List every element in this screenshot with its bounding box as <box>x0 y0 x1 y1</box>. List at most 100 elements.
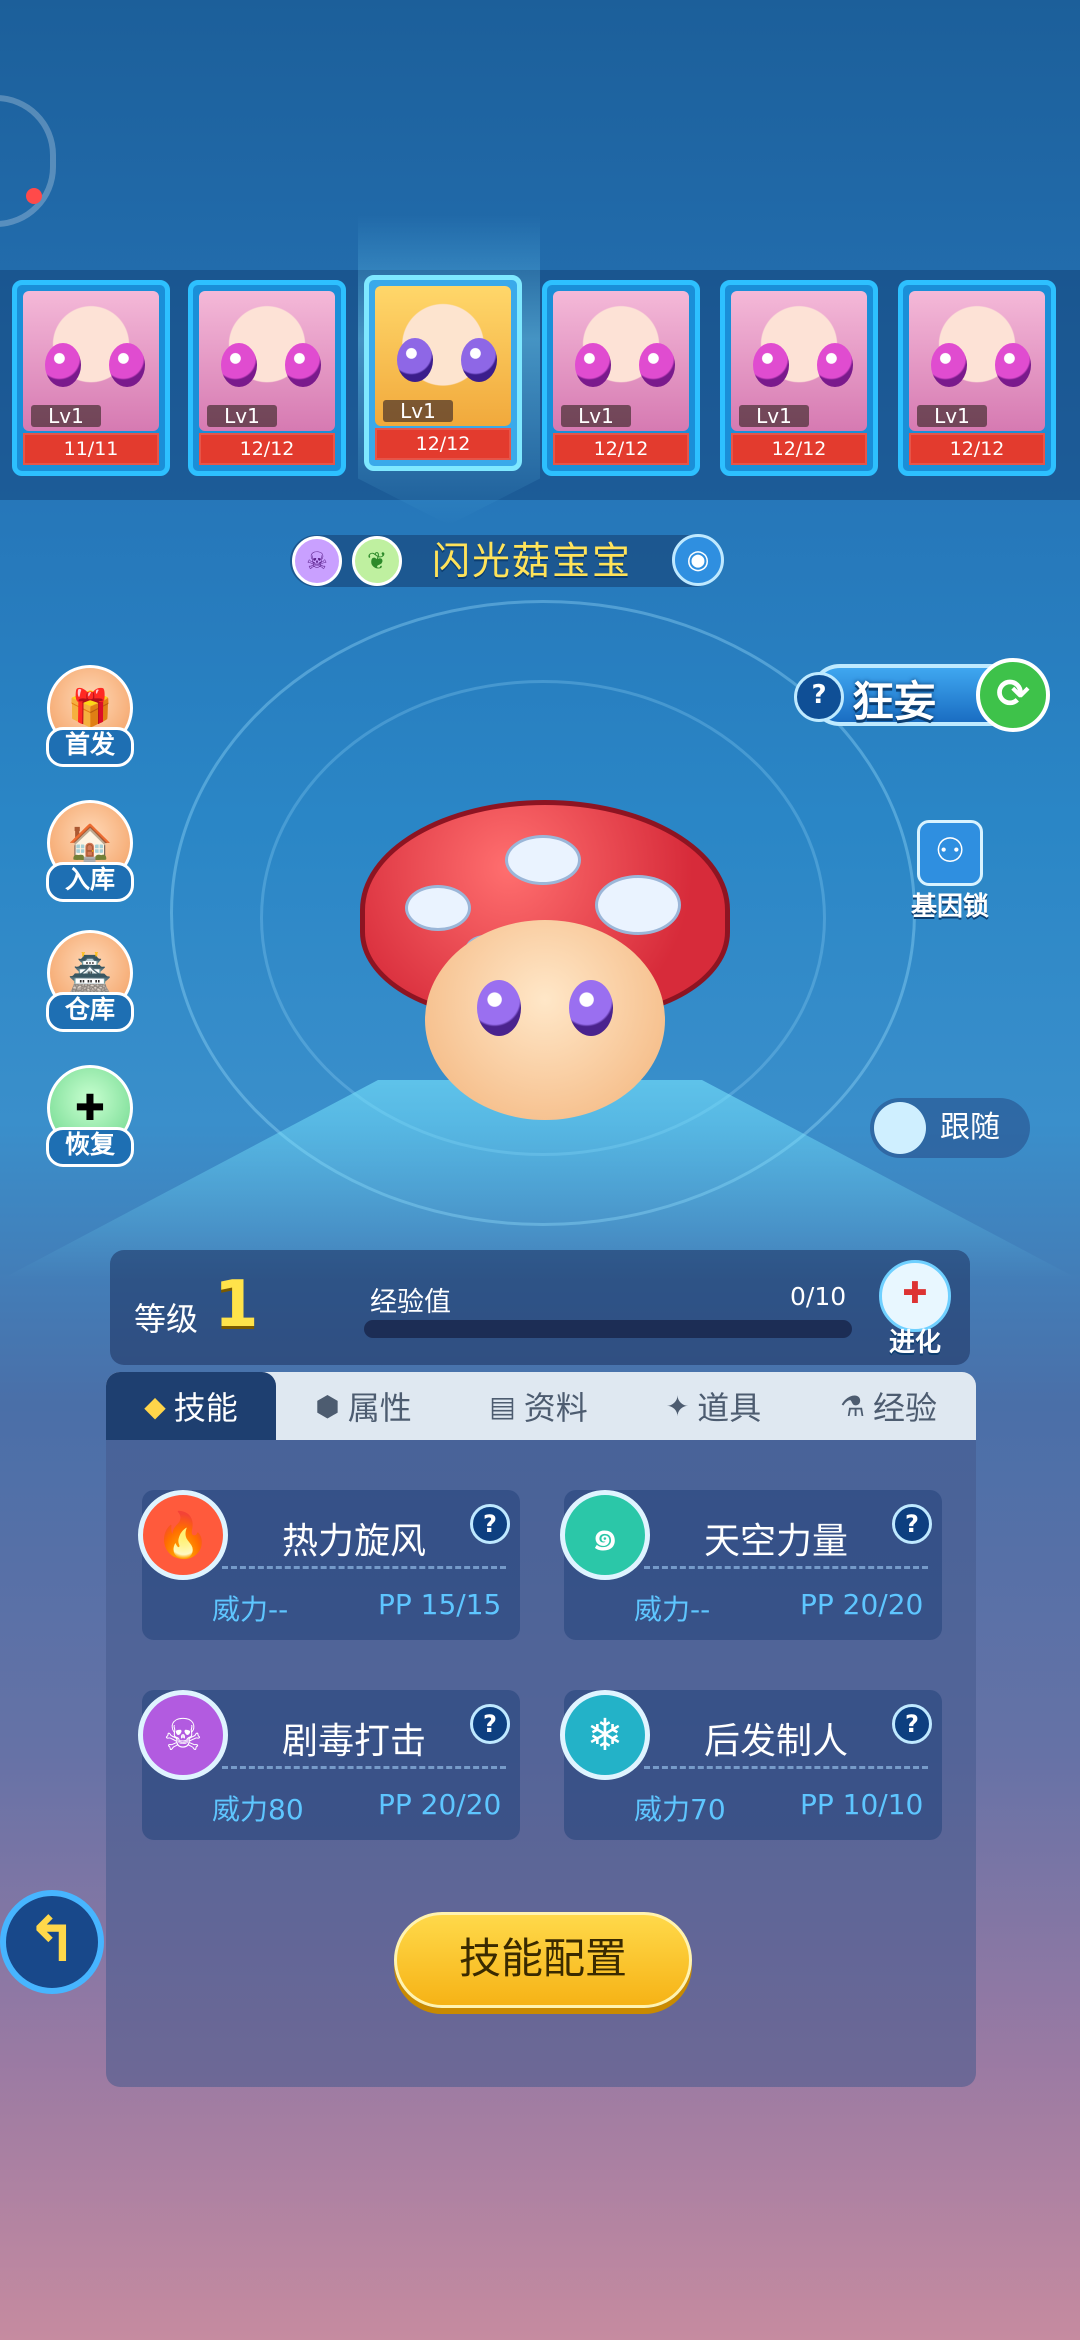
cap-spot <box>505 835 581 885</box>
skill-name: 热力旋风 <box>282 1521 427 1562</box>
warehouse-button[interactable]: 🏯 仓库 <box>40 930 140 1040</box>
skill-power: 威力70 <box>634 1793 726 1826</box>
warehouse-label: 仓库 <box>46 992 134 1032</box>
team-card[interactable]: Lv1 11/11 <box>12 280 170 476</box>
card-level: Lv1 <box>31 405 101 427</box>
skill-name: 后发制人 <box>704 1721 849 1762</box>
team-card[interactable]: Lv1 12/12 <box>542 280 700 476</box>
skill-card[interactable]: ๑ 天空力量? 威力-- PP 20/20 <box>560 1490 942 1640</box>
skill-pp: PP 20/20 <box>378 1788 502 1821</box>
team-card[interactable]: Lv1 12/12 <box>364 275 522 471</box>
skill-card[interactable]: ❄ 后发制人? 威力70 PP 10/10 <box>560 1690 942 1840</box>
tab-attributes[interactable]: ⬢ 属性 <box>276 1372 451 1440</box>
portrait-eye <box>221 343 257 387</box>
card-hp-bar: 12/12 <box>199 433 335 465</box>
skill-card[interactable]: ☠ 剧毒打击? 威力80 PP 20/20 <box>138 1690 520 1840</box>
store-button[interactable]: 🏠 入库 <box>40 800 140 910</box>
skill-divider <box>222 1766 506 1769</box>
portrait-eye <box>753 343 789 387</box>
tab-experience[interactable]: ⚗ 经验 <box>801 1372 976 1440</box>
toggle-knob <box>874 1102 926 1154</box>
tab-profile-label: 资料 <box>523 1389 588 1427</box>
level-value: 1 <box>214 1268 259 1342</box>
skill-name: 剧毒打击 <box>282 1721 427 1762</box>
skill-help-icon[interactable]: ? <box>892 1704 932 1744</box>
pet-sprite[interactable] <box>350 800 740 1150</box>
skull-icon: ☠ <box>138 1690 228 1780</box>
skill-card[interactable]: 🔥 热力旋风? 威力-- PP 15/15 <box>138 1490 520 1640</box>
exp-progress-bar <box>364 1320 852 1338</box>
portrait-eye <box>397 338 433 382</box>
pet-name: 闪光菇宝宝 <box>432 539 633 583</box>
card-hp-bar: 12/12 <box>553 433 689 465</box>
gene-lock-button[interactable]: ⚇ 基因锁 <box>900 820 1000 922</box>
portrait-eye <box>817 343 853 387</box>
top-gauge <box>0 95 56 227</box>
hexagon-icon: ⬢ <box>315 1389 340 1423</box>
heal-button[interactable]: ✚ 恢复 <box>40 1065 140 1175</box>
tab-items-label: 道具 <box>697 1389 762 1427</box>
skill-help-icon[interactable]: ? <box>892 1504 932 1544</box>
skill-config-button[interactable]: 技能配置 <box>394 1912 692 2008</box>
follow-toggle[interactable]: 跟随 <box>870 1098 1030 1158</box>
cap-spot <box>595 875 681 935</box>
card-level: Lv1 <box>917 405 987 427</box>
skill-pp: PP 15/15 <box>378 1588 502 1621</box>
gene-lock-icon: ⚇ <box>917 820 983 886</box>
portrait-eye <box>109 343 145 387</box>
card-level: Lv1 <box>207 405 277 427</box>
heal-label: 恢复 <box>46 1127 134 1167</box>
skill-power: 威力80 <box>212 1793 304 1826</box>
pet-eye-right <box>569 980 613 1036</box>
nature-label: 狂妄 <box>852 677 937 726</box>
clipboard-icon: ▤ <box>489 1389 516 1423</box>
card-hp-bar: 12/12 <box>909 433 1045 465</box>
card-hp-bar: 12/12 <box>375 428 511 460</box>
portrait-eye <box>461 338 497 382</box>
portrait-eye <box>285 343 321 387</box>
first-slot-button[interactable]: 🎁 首发 <box>40 665 140 775</box>
pet-info-icon[interactable]: ◉ <box>672 534 724 586</box>
card-level: Lv1 <box>383 400 453 422</box>
portrait-eye <box>575 343 611 387</box>
tab-experience-label: 经验 <box>873 1389 938 1427</box>
level-label: 等级 <box>134 1300 199 1338</box>
evolve-label: 进化 <box>888 1328 941 1358</box>
evolve-button[interactable]: ✚ 进化 <box>870 1260 960 1358</box>
tab-profile[interactable]: ▤ 资料 <box>451 1372 626 1440</box>
card-level: Lv1 <box>561 405 631 427</box>
skill-power: 威力-- <box>212 1593 289 1626</box>
pet-face <box>425 920 665 1120</box>
tab-items[interactable]: ✦ 道具 <box>626 1372 801 1440</box>
skill-help-icon[interactable]: ? <box>470 1704 510 1744</box>
skill-power: 威力-- <box>634 1593 711 1626</box>
notification-dot <box>26 188 42 204</box>
grass-element-icon: ❦ <box>352 536 402 586</box>
refresh-nature-icon[interactable]: ⟳ <box>976 658 1050 732</box>
nature-help-icon[interactable]: ? <box>794 672 844 722</box>
card-level: Lv1 <box>739 405 809 427</box>
portrait-eye <box>931 343 967 387</box>
skill-pp: PP 10/10 <box>800 1788 924 1821</box>
flask-icon: ⚗ <box>839 1389 866 1423</box>
back-button[interactable]: ↰ <box>0 1890 104 1994</box>
first-slot-label: 首发 <box>46 727 134 767</box>
exp-value: 0/10 <box>790 1282 847 1311</box>
gene-lock-label: 基因锁 <box>910 892 989 922</box>
skill-divider <box>644 1566 928 1569</box>
team-card[interactable]: Lv1 12/12 <box>898 280 1056 476</box>
team-card[interactable]: Lv1 12/12 <box>188 280 346 476</box>
card-hp-bar: 12/12 <box>731 433 867 465</box>
follow-label: 跟随 <box>940 1110 1000 1145</box>
tab-skills-label: 技能 <box>173 1389 238 1427</box>
tab-skills[interactable]: ◆ 技能 <box>106 1372 276 1440</box>
skill-name: 天空力量 <box>704 1521 849 1562</box>
skill-help-icon[interactable]: ? <box>470 1504 510 1544</box>
portrait-eye <box>639 343 675 387</box>
pet-eye-left <box>477 980 521 1036</box>
back-arrow-icon: ↰ <box>26 1903 78 1976</box>
card-hp-bar: 11/11 <box>23 433 159 465</box>
team-card[interactable]: Lv1 12/12 <box>720 280 878 476</box>
tab-attributes-label: 属性 <box>347 1389 412 1427</box>
level-bar: 等级 1 经验值 0/10 ✚ 进化 <box>110 1250 970 1365</box>
